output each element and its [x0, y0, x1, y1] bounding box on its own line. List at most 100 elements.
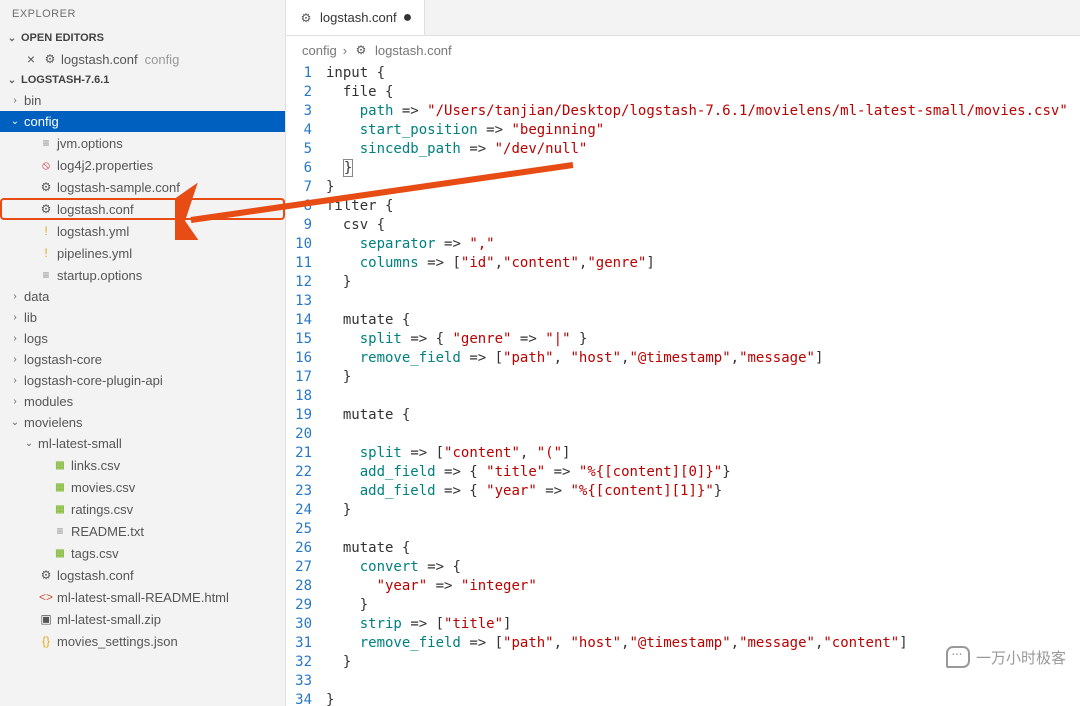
file-movies.csv[interactable]: ▦movies.csv	[0, 476, 285, 498]
txt-icon: ≡	[52, 523, 68, 539]
code-line[interactable]: 4 start_position => "beginning"	[286, 121, 1080, 140]
file-log4j2.properties[interactable]: ⦸log4j2.properties	[0, 154, 285, 176]
file-ml-latest-small-README.html[interactable]: <>ml-latest-small-README.html	[0, 586, 285, 608]
code-line[interactable]: 34}	[286, 691, 1080, 706]
code-line[interactable]: 2 file {	[286, 83, 1080, 102]
file-startup.options[interactable]: ≡startup.options	[0, 264, 285, 286]
code-line[interactable]: 3 path => "/Users/tanjian/Desktop/logsta…	[286, 102, 1080, 121]
file-pipelines.yml[interactable]: !pipelines.yml	[0, 242, 285, 264]
code-line[interactable]: 19 mutate {	[286, 406, 1080, 425]
json-icon: {}	[38, 633, 54, 649]
folder-lib[interactable]: ›lib	[0, 307, 285, 328]
line-number: 24	[286, 501, 326, 520]
code-line[interactable]: 28 "year" => "integer"	[286, 577, 1080, 596]
label: ml-latest-small.zip	[57, 612, 161, 627]
code-line[interactable]: 14 mutate {	[286, 311, 1080, 330]
line-number: 21	[286, 444, 326, 463]
code-editor[interactable]: 1input {2 file {3 path => "/Users/tanjia…	[286, 64, 1080, 706]
label: logstash-core-plugin-api	[24, 373, 163, 388]
chevron-right-icon: ›	[343, 43, 347, 58]
code-line[interactable]: 23 add_field => { "year" => "%{[content]…	[286, 482, 1080, 501]
close-icon[interactable]: ×	[23, 51, 39, 67]
chevron-down-icon: ⌄	[6, 75, 18, 86]
label: README.txt	[71, 524, 144, 539]
code-line[interactable]: 11 columns => ["id","content","genre"]	[286, 254, 1080, 273]
code-line[interactable]: 15 split => { "genre" => "|" }	[286, 330, 1080, 349]
line-number: 10	[286, 235, 326, 254]
open-editors-section[interactable]: ⌄ OPEN EDITORS	[0, 28, 285, 48]
file-logstash.conf[interactable]: ⚙logstash.conf	[0, 564, 285, 586]
chevron-down-icon: ⌄	[23, 438, 35, 449]
tab-logstash-conf[interactable]: ⚙ logstash.conf ●	[286, 0, 425, 35]
code-line[interactable]: 20	[286, 425, 1080, 444]
folder-bin[interactable]: ›bin	[0, 90, 285, 111]
line-number: 6	[286, 159, 326, 178]
code-line[interactable]: 7}	[286, 178, 1080, 197]
code-line[interactable]: 17 }	[286, 368, 1080, 387]
folder-config[interactable]: ⌄config	[0, 111, 285, 132]
chevron-right-icon: ›	[9, 95, 21, 106]
file-logstash.yml[interactable]: !logstash.yml	[0, 220, 285, 242]
file-ratings.csv[interactable]: ▦ratings.csv	[0, 498, 285, 520]
line-number: 19	[286, 406, 326, 425]
folder-data[interactable]: ›data	[0, 286, 285, 307]
label: logstash.conf	[57, 202, 134, 217]
code-line[interactable]: 8filter {	[286, 197, 1080, 216]
code-line[interactable]: 21 split => ["content", "("]	[286, 444, 1080, 463]
line-number: 3	[286, 102, 326, 121]
code-line[interactable]: 10 separator => ","	[286, 235, 1080, 254]
line-number: 8	[286, 197, 326, 216]
chevron-right-icon: ›	[9, 312, 21, 323]
file-logstash-sample.conf[interactable]: ⚙logstash-sample.conf	[0, 176, 285, 198]
code-line[interactable]: 1input {	[286, 64, 1080, 83]
csv-icon: ▦	[52, 545, 68, 561]
line-number: 4	[286, 121, 326, 140]
open-editor-item[interactable]: × ⚙ logstash.conf config	[0, 48, 285, 70]
folder-logstash-core[interactable]: ›logstash-core	[0, 349, 285, 370]
file-ml-latest-small.zip[interactable]: ▣ml-latest-small.zip	[0, 608, 285, 630]
file-links.csv[interactable]: ▦links.csv	[0, 454, 285, 476]
code-line[interactable]: 22 add_field => { "title" => "%{[content…	[286, 463, 1080, 482]
folder-logs[interactable]: ›logs	[0, 328, 285, 349]
folder-modules[interactable]: ›modules	[0, 391, 285, 412]
folder-logstash-core-plugin-api[interactable]: ›logstash-core-plugin-api	[0, 370, 285, 391]
line-number: 20	[286, 425, 326, 444]
code-line[interactable]: 12 }	[286, 273, 1080, 292]
code-line[interactable]: 26 mutate {	[286, 539, 1080, 558]
code-line[interactable]: 27 convert => {	[286, 558, 1080, 577]
label: modules	[24, 394, 73, 409]
code-line[interactable]: 16 remove_field => ["path", "host","@tim…	[286, 349, 1080, 368]
label: logstash.yml	[57, 224, 129, 239]
code-line[interactable]: 5 sincedb_path => "/dev/null"	[286, 140, 1080, 159]
label: movielens	[24, 415, 83, 430]
chevron-right-icon: ›	[9, 354, 21, 365]
folder-ml-latest-small[interactable]: ⌄ml-latest-small	[0, 433, 285, 454]
code-line[interactable]: 30 strip => ["title"]	[286, 615, 1080, 634]
code-line[interactable]: 24 }	[286, 501, 1080, 520]
code-line[interactable]: 6 }	[286, 159, 1080, 178]
dirty-indicator: ●	[403, 9, 413, 27]
code-line[interactable]: 29 }	[286, 596, 1080, 615]
code-line[interactable]: 18	[286, 387, 1080, 406]
line-number: 22	[286, 463, 326, 482]
line-number: 9	[286, 216, 326, 235]
code-line[interactable]: 13	[286, 292, 1080, 311]
folder-movielens[interactable]: ⌄movielens	[0, 412, 285, 433]
label: ratings.csv	[71, 502, 133, 517]
code-line[interactable]: 25	[286, 520, 1080, 539]
project-section[interactable]: ⌄ LOGSTASH-7.6.1	[0, 70, 285, 90]
file-tags.csv[interactable]: ▦tags.csv	[0, 542, 285, 564]
code-line[interactable]: 33	[286, 672, 1080, 691]
chevron-down-icon: ⌄	[6, 33, 18, 44]
breadcrumb[interactable]: config › ⚙ logstash.conf	[286, 36, 1080, 64]
line-number: 14	[286, 311, 326, 330]
code-line[interactable]: 9 csv {	[286, 216, 1080, 235]
file-logstash.conf[interactable]: ⚙logstash.conf	[0, 198, 285, 220]
file-movies_settings.json[interactable]: {}movies_settings.json	[0, 630, 285, 652]
file-jvm.options[interactable]: ≡jvm.options	[0, 132, 285, 154]
sidebar: EXPLORER ⌄ OPEN EDITORS × ⚙ logstash.con…	[0, 0, 286, 706]
zip-icon: ▣	[38, 611, 54, 627]
label: bin	[24, 93, 41, 108]
file-README.txt[interactable]: ≡README.txt	[0, 520, 285, 542]
chevron-down-icon: ⌄	[9, 417, 21, 428]
